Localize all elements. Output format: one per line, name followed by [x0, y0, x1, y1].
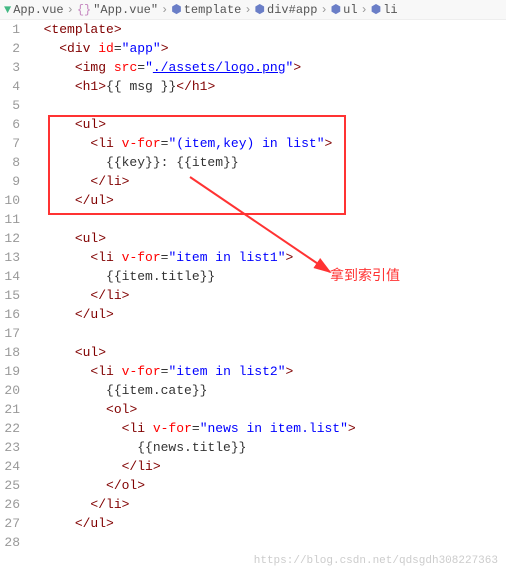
breadcrumb-item[interactable]: div#app [267, 3, 317, 17]
vue-file-icon: ▼ [4, 3, 11, 17]
chevron-right-icon: › [161, 3, 168, 17]
breadcrumb-file[interactable]: App.vue [13, 3, 63, 17]
code-line: {{news.title}} [28, 438, 506, 457]
breadcrumb-item[interactable]: template [184, 3, 242, 17]
cube-icon: ⬢ [331, 2, 341, 17]
cube-icon: ⬢ [255, 2, 265, 17]
code-editor[interactable]: 1234 5678 9101112 13141516 17181920 2122… [0, 20, 506, 552]
code-line: <li v-for="(item,key) in list"> [28, 134, 506, 153]
code-line: <img src="./assets/logo.png"> [28, 58, 506, 77]
code-line: </li> [28, 495, 506, 514]
annotation-text: 拿到索引值 [330, 265, 400, 285]
code-line [28, 324, 506, 343]
cube-icon: ⬢ [171, 2, 181, 17]
chevron-right-icon: › [320, 3, 327, 17]
code-line [28, 533, 506, 552]
chevron-right-icon: › [361, 3, 368, 17]
code-line: </li> [28, 286, 506, 305]
breadcrumb-item[interactable]: ul [343, 3, 357, 17]
line-number-gutter: 1234 5678 9101112 13141516 17181920 2122… [0, 20, 28, 552]
breadcrumb-item[interactable]: li [383, 3, 397, 17]
breadcrumb: ▼ App.vue › {} "App.vue" › ⬢ template › … [0, 0, 506, 20]
braces-icon: {} [77, 3, 91, 17]
cube-icon: ⬢ [371, 2, 381, 17]
code-line: <li v-for="news in item.list"> [28, 419, 506, 438]
code-line: <ul> [28, 115, 506, 134]
chevron-right-icon: › [244, 3, 251, 17]
code-line: </ul> [28, 514, 506, 533]
code-line: {{item.title}} [28, 267, 506, 286]
code-line: </ol> [28, 476, 506, 495]
code-line [28, 210, 506, 229]
code-line: <div id="app"> [28, 39, 506, 58]
chevron-right-icon: › [67, 3, 74, 17]
code-line: <ol> [28, 400, 506, 419]
code-area[interactable]: <template> <div id="app"> <img src="./as… [28, 20, 506, 552]
code-line: {{item.cate}} [28, 381, 506, 400]
code-line: <li v-for="item in list2"> [28, 362, 506, 381]
code-line: </li> [28, 172, 506, 191]
code-line: <ul> [28, 343, 506, 362]
watermark-text: https://blog.csdn.net/qdsgdh308227363 [254, 555, 498, 567]
code-line: </ul> [28, 305, 506, 324]
breadcrumb-scope[interactable]: "App.vue" [93, 3, 158, 17]
code-line: {{key}}: {{item}} [28, 153, 506, 172]
code-line: <h1>{{ msg }}</h1> [28, 77, 506, 96]
code-line: <ul> [28, 229, 506, 248]
code-line: <li v-for="item in list1"> [28, 248, 506, 267]
code-line: </li> [28, 457, 506, 476]
code-line [28, 96, 506, 115]
code-line: </ul> [28, 191, 506, 210]
code-line: <template> [28, 20, 506, 39]
